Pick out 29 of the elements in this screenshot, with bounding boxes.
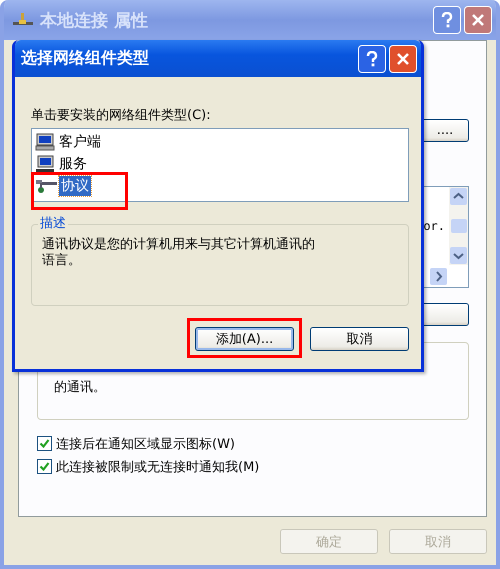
description-text: 的通讯。: [54, 380, 106, 395]
dialog-title: 选择网络组件类型: [21, 48, 149, 69]
vertical-scrollbar[interactable]: [449, 187, 468, 265]
checkbox[interactable]: [37, 459, 52, 474]
close-icon: [471, 13, 485, 27]
help-button[interactable]: [358, 44, 386, 72]
question-mark-icon: [365, 50, 379, 66]
computer-icon: [35, 155, 55, 173]
list-text: or.: [423, 219, 445, 234]
scroll-down-icon[interactable]: [450, 247, 467, 264]
checkbox-label: 此连接被限制或无连接时通知我(M): [56, 458, 260, 476]
close-button[interactable]: [389, 44, 417, 72]
group-title: 描述: [38, 216, 68, 232]
scroll-up-icon[interactable]: [450, 188, 467, 205]
network-icon: [12, 12, 34, 28]
list-item[interactable]: 客户端: [57, 132, 103, 152]
question-mark-icon: [440, 12, 454, 28]
computer-icon: [35, 133, 55, 151]
prompt-label: 单击要安装的网络组件类型(C):: [31, 107, 212, 124]
list-item[interactable]: 协议: [59, 176, 91, 196]
checkbox[interactable]: [37, 436, 52, 451]
list-item[interactable]: 服务: [57, 154, 89, 174]
window-title: 本地连接 属性: [40, 10, 148, 32]
description-text: 通讯协议是您的计算机用来与其它计算机通讯的语言。: [42, 237, 316, 269]
close-icon: [396, 52, 410, 66]
scroll-thumb[interactable]: [450, 219, 466, 233]
scroll-right-icon[interactable]: [430, 268, 447, 285]
network-plug-icon: [35, 177, 57, 195]
checkbox-label: 连接后在通知区域显示图标(W): [56, 436, 235, 452]
